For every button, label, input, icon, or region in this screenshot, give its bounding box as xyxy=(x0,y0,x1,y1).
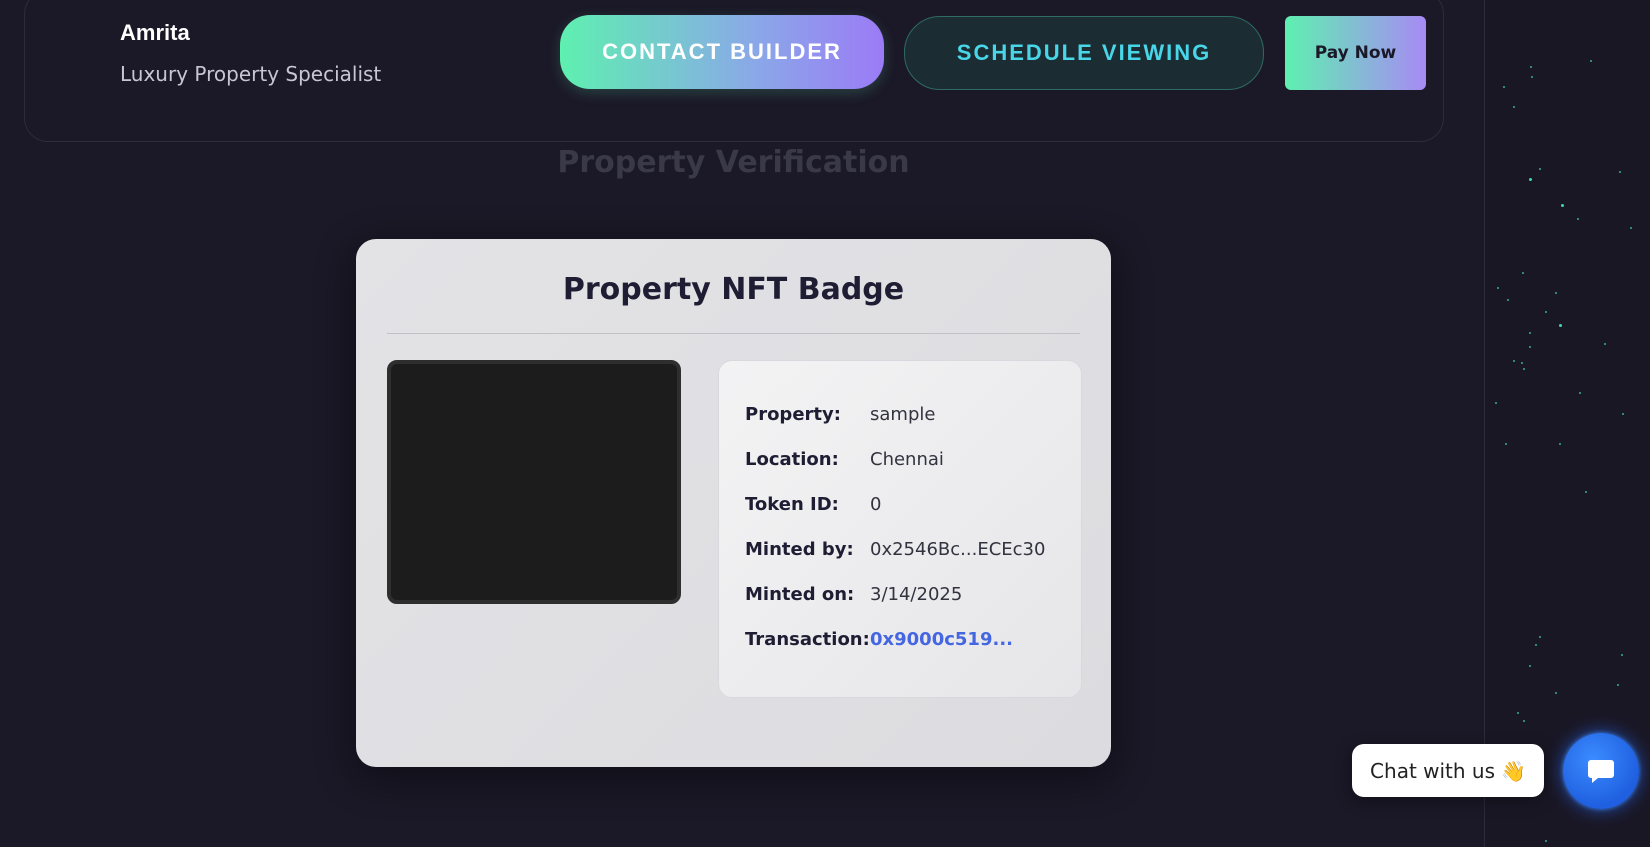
detail-value-minted-by: 0x2546Bc...ECEc30 xyxy=(870,538,1046,560)
section-title: Property Verification xyxy=(557,145,910,180)
star-dot xyxy=(1529,178,1532,181)
detail-row-location: Location: Chennai xyxy=(745,444,1071,474)
star-dot xyxy=(1559,443,1561,445)
star-dot xyxy=(1523,720,1525,722)
detail-row-token-id: Token ID: 0 xyxy=(745,489,1071,519)
star-dot xyxy=(1539,168,1541,170)
detail-value-token-id: 0 xyxy=(870,493,882,515)
star-dot xyxy=(1503,86,1505,88)
detail-label: Property: xyxy=(745,403,841,425)
detail-row-property: Property: sample xyxy=(745,399,1071,429)
detail-label: Token ID: xyxy=(745,493,839,515)
nft-badge-title: Property NFT Badge xyxy=(562,272,905,307)
transaction-link[interactable]: 0x9000c519... xyxy=(870,629,1013,650)
star-dot xyxy=(1513,106,1515,108)
star-dot xyxy=(1630,227,1632,229)
star-dot xyxy=(1604,343,1606,345)
star-dot xyxy=(1585,491,1587,493)
star-dot xyxy=(1535,644,1537,646)
star-dot xyxy=(1513,360,1515,362)
star-dot xyxy=(1590,60,1592,62)
star-dot xyxy=(1529,332,1531,334)
star-dot xyxy=(1522,272,1524,274)
star-dot xyxy=(1495,402,1497,404)
detail-label: Minted on: xyxy=(745,583,855,605)
nft-details-panel: Property: sample Location: Chennai Token… xyxy=(718,360,1082,698)
detail-label: Transaction: xyxy=(745,628,870,650)
star-dot xyxy=(1517,712,1519,714)
detail-label: Minted by: xyxy=(745,538,854,560)
detail-label: Location: xyxy=(745,448,839,470)
schedule-viewing-button[interactable]: SCHEDULE VIEWING xyxy=(904,16,1264,90)
star-dot xyxy=(1555,692,1557,694)
star-dot xyxy=(1561,204,1564,207)
star-dot xyxy=(1577,218,1579,220)
nft-badge-card: Property NFT Badge Property: sample Loca… xyxy=(356,239,1111,767)
star-dot xyxy=(1507,299,1509,301)
star-dot xyxy=(1579,392,1581,394)
agent-title: Luxury Property Specialist xyxy=(120,62,382,86)
chat-with-us-bubble[interactable]: Chat with us 👋 xyxy=(1352,744,1544,797)
chat-label: Chat with us xyxy=(1370,758,1496,783)
star-dot xyxy=(1497,287,1499,289)
star-dot xyxy=(1529,665,1531,667)
chat-open-button[interactable] xyxy=(1563,733,1639,809)
contact-builder-button[interactable]: CONTACT BUILDER xyxy=(560,15,884,89)
star-dot xyxy=(1545,311,1547,313)
star-dot xyxy=(1617,684,1619,686)
detail-value-property: sample xyxy=(870,403,936,425)
starfield-panel xyxy=(1484,0,1650,847)
star-dot xyxy=(1545,840,1547,842)
star-dot xyxy=(1523,368,1525,370)
agent-card: Amrita Luxury Property Specialist CONTAC… xyxy=(24,0,1444,142)
agent-name: Amrita xyxy=(120,20,190,45)
star-dot xyxy=(1622,413,1624,415)
star-dot xyxy=(1619,171,1621,173)
detail-row-minted-by: Minted by: 0x2546Bc...ECEc30 xyxy=(745,534,1071,564)
star-dot xyxy=(1529,346,1531,348)
main-area: Amrita Luxury Property Specialist CONTAC… xyxy=(0,0,1484,847)
star-dot xyxy=(1521,362,1523,364)
star-dot xyxy=(1559,324,1562,327)
star-dot xyxy=(1621,654,1623,656)
star-dot xyxy=(1531,76,1533,78)
star-dot xyxy=(1530,66,1532,68)
pay-now-button[interactable]: Pay Now xyxy=(1285,16,1426,90)
detail-value-minted-on: 3/14/2025 xyxy=(870,583,963,605)
star-dot xyxy=(1555,292,1557,294)
detail-value-location: Chennai xyxy=(870,448,944,470)
star-dot xyxy=(1539,636,1541,638)
chat-bubble-icon xyxy=(1588,760,1614,783)
waving-hand-icon: 👋 xyxy=(1501,758,1526,783)
star-dot xyxy=(1505,443,1507,445)
divider xyxy=(387,333,1080,334)
nft-image xyxy=(387,360,681,604)
detail-row-minted-on: Minted on: 3/14/2025 xyxy=(745,579,1071,609)
detail-row-transaction: Transaction: 0x9000c519... xyxy=(745,624,1071,654)
